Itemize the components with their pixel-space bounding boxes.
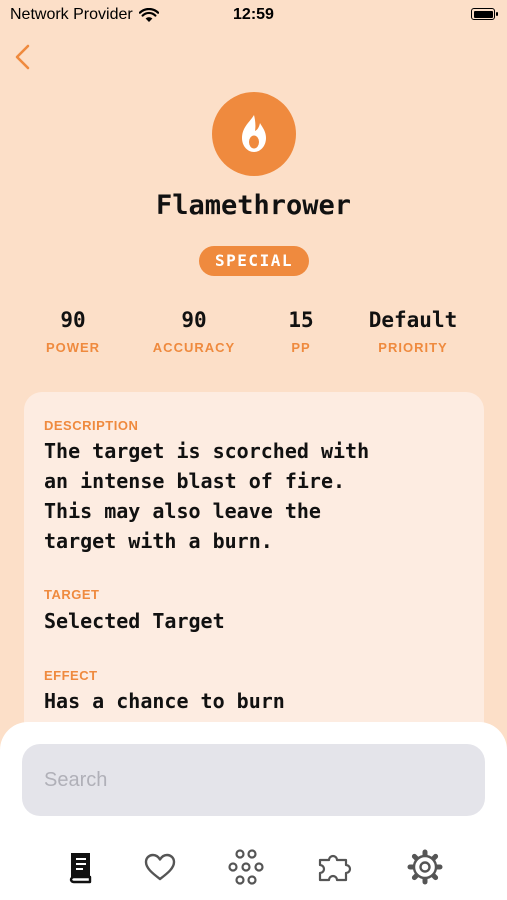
stat-value: 90 [60,308,86,332]
tab-settings[interactable] [406,848,444,886]
clock: 12:59 [233,6,274,23]
ring-nodes-icon [228,849,264,885]
move-title: Flamethrower [155,190,352,221]
back-button[interactable] [8,40,38,74]
stat-label: POWER [45,340,101,355]
tab-favorites[interactable] [141,848,179,886]
stat-value: Default [368,308,458,332]
target-label: TARGET [44,587,100,602]
tab-abilities[interactable] [227,848,265,886]
description-text: The target is scorched with an intense b… [44,436,464,556]
effect-label: EFFECT [44,668,98,683]
chevron-left-icon [15,44,30,70]
status-bar: Network Provider 12:59 [0,0,507,32]
gear-icon [407,849,443,885]
stat-power: 90 POWER [8,308,138,355]
description-line: target with a burn. [44,529,273,553]
tab-moves[interactable] [61,848,99,886]
description-line: an intense blast of fire. [44,469,346,493]
battery-icon [471,8,498,20]
description-label: DESCRIPTION [44,418,139,433]
move-type-badge [212,92,296,176]
stat-label: PP [291,340,311,355]
search-input[interactable] [22,744,485,816]
flame-icon [242,115,266,152]
description-line: This may also leave the [44,499,321,523]
stat-priority: Default PRIORITY [348,308,478,355]
tab-items[interactable] [316,848,354,886]
category-badge: SPECIAL [199,246,309,276]
puzzle-icon [318,854,352,882]
stat-pp: 15 PP [236,308,366,355]
stat-label: PRIORITY [378,340,448,355]
target-text: Selected Target [44,609,225,633]
heart-icon [144,853,176,881]
effect-text: Has a chance to burn [44,689,285,713]
stat-value: 15 [288,308,314,332]
book-icon [69,853,92,884]
bottom-sheet [0,722,507,900]
description-line: The target is scorched with [44,439,370,463]
